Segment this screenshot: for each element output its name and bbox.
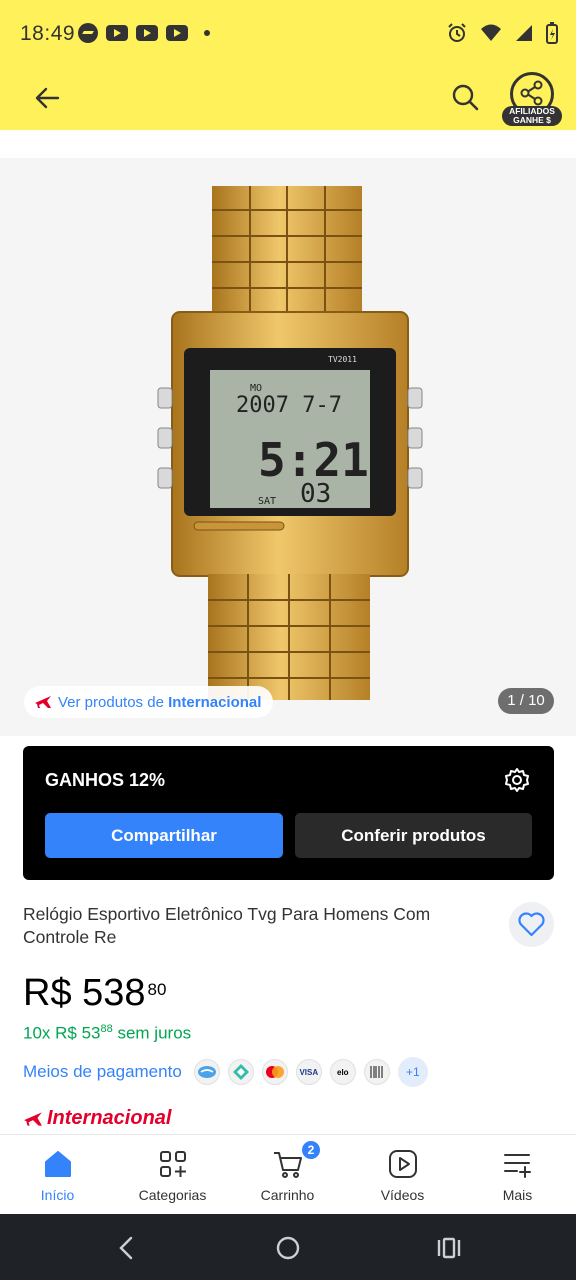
earnings-title: GANHOS 12%	[45, 770, 166, 790]
product-image: TV2011 MO 2007 7-7 5:21 03 SAT	[157, 186, 423, 700]
visa-icon: VISA	[295, 1059, 322, 1085]
status-bar: 18:49	[0, 0, 576, 70]
tab-home[interactable]: Início	[0, 1135, 115, 1215]
intl-link-prefix: Ver produtos de	[58, 693, 169, 711]
image-counter: 1 / 10	[498, 688, 554, 714]
alarm-icon	[448, 23, 466, 42]
tab-cart-label: Carrinho	[260, 1187, 315, 1203]
messenger-icon	[78, 23, 98, 43]
installments-text: 10x R$ 5388 sem juros	[23, 1023, 191, 1044]
youtube-icon	[106, 25, 128, 41]
youtube-icon	[136, 25, 158, 41]
international-badge-text: Internacional	[47, 1107, 172, 1129]
tab-cart[interactable]: 2 Carrinho	[230, 1135, 345, 1215]
watch-date-text: 2007 7-7	[236, 393, 342, 418]
system-icons	[446, 22, 558, 44]
watch-seconds-text: 03	[300, 479, 331, 509]
search-button[interactable]	[448, 80, 484, 116]
affiliate-panel: GANHOS 12% Compartilhar Conferir produto…	[23, 746, 554, 880]
status-time: 18:49	[20, 22, 76, 45]
bottom-tab-bar: Início Categorias 2 Carrinho Vídeos Mais	[0, 1134, 576, 1214]
installments-cents: 88	[100, 1023, 113, 1035]
airplane-icon	[24, 1111, 42, 1126]
nav-back-button[interactable]	[107, 1228, 147, 1268]
airplane-icon	[35, 696, 51, 708]
share-button[interactable]: Compartilhar	[45, 813, 283, 858]
wifi-icon	[481, 24, 501, 41]
battery-icon	[546, 22, 558, 44]
product-title: Relógio Esportivo Eletrônico Tvg Para Ho…	[23, 904, 431, 947]
youtube-icon	[166, 25, 188, 41]
search-icon	[452, 84, 479, 111]
boleto-icon	[363, 1059, 390, 1085]
installments-suffix: sem juros	[112, 1023, 192, 1043]
tab-categories[interactable]: Categorias	[115, 1135, 230, 1215]
international-badge: Internacional	[23, 1107, 171, 1130]
settings-button[interactable]	[503, 766, 531, 794]
top-bar: 18:49 AFILIADOS GANHE $	[0, 0, 576, 130]
watch-brand-text: TV2011	[328, 355, 357, 364]
intl-products-link[interactable]: Ver produtos de Internacional	[24, 686, 274, 718]
payment-methods-link[interactable]: Meios de pagamento	[23, 1062, 182, 1082]
intl-link-text: Ver produtos de Internacional	[58, 694, 261, 711]
tab-more-label: Mais	[502, 1187, 533, 1203]
notification-icons	[78, 23, 210, 43]
payment-methods-row[interactable]: Meios de pagamento VISA elo +1	[23, 1057, 428, 1087]
heart-icon	[518, 912, 545, 937]
menu-plus-icon	[504, 1154, 531, 1178]
pix-icon	[227, 1059, 254, 1085]
price-cents: 80	[147, 980, 167, 999]
affiliate-badge: AFILIADOS GANHE $	[502, 106, 562, 126]
affiliate-badge-line2: GANHE $	[513, 115, 551, 125]
tab-more[interactable]: Mais	[460, 1135, 575, 1215]
tab-videos-label: Vídeos	[380, 1187, 425, 1203]
gear-icon	[505, 768, 529, 792]
product-price: R$ 538 80	[23, 972, 166, 1015]
nav-home-icon	[276, 1236, 300, 1260]
categories-icon	[160, 1151, 186, 1177]
tab-categories-label: Categorias	[138, 1187, 207, 1203]
home-icon	[45, 1151, 71, 1177]
nav-back-icon	[119, 1236, 133, 1260]
video-icon	[389, 1150, 417, 1178]
nav-recents-button[interactable]	[429, 1228, 469, 1268]
more-payment-methods[interactable]: +1	[397, 1057, 428, 1087]
favorite-button[interactable]	[509, 902, 554, 947]
product-image-gallery[interactable]: TV2011 MO 2007 7-7 5:21 03 SAT	[0, 158, 576, 736]
tab-videos[interactable]: Vídeos	[345, 1135, 460, 1215]
mercadopago-icon	[193, 1059, 220, 1085]
tab-home-label: Início	[40, 1187, 75, 1203]
back-button[interactable]	[30, 80, 66, 116]
cart-badge: 2	[300, 1139, 322, 1161]
system-nav-bar	[0, 1214, 576, 1280]
more-notifications-dot	[204, 30, 210, 36]
signal-icon	[516, 25, 532, 41]
price-value: R$ 538	[23, 972, 146, 1014]
intl-link-bold: Internacional	[168, 693, 262, 711]
nav-home-button[interactable]	[268, 1228, 308, 1268]
check-products-button[interactable]: Conferir produtos	[295, 813, 532, 858]
elo-icon: elo	[329, 1059, 356, 1085]
watch-sat-text: SAT	[258, 496, 276, 507]
nav-recents-icon	[437, 1237, 461, 1259]
app-header: AFILIADOS GANHE $	[0, 70, 576, 130]
installments-value: 10x R$ 53	[23, 1023, 101, 1043]
mastercard-icon	[261, 1059, 288, 1085]
arrow-left-icon	[35, 87, 60, 109]
affiliate-share-button[interactable]: AFILIADOS GANHE $	[502, 70, 562, 128]
